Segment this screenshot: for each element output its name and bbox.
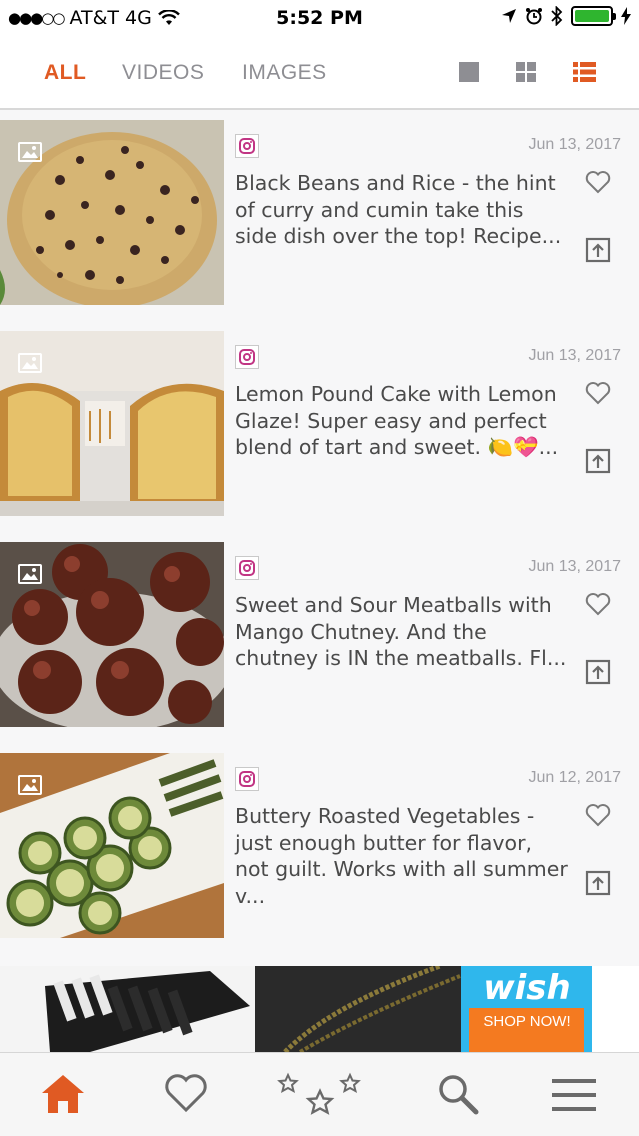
search-icon[interactable] (437, 1073, 479, 1115)
wish-logo: wish (483, 968, 571, 1008)
stars-icon[interactable] (276, 1071, 362, 1119)
instagram-icon (235, 556, 259, 580)
heart-icon[interactable] (164, 1073, 208, 1113)
favorite-heart-icon[interactable] (585, 381, 611, 405)
menu-icon[interactable] (552, 1079, 596, 1111)
location-arrow-icon (502, 9, 516, 23)
shop-now-button[interactable]: SHOP NOW! (482, 1012, 572, 1032)
share-icon[interactable] (585, 870, 611, 896)
share-icon[interactable] (585, 237, 611, 263)
instagram-icon (235, 345, 259, 369)
favorite-heart-icon[interactable] (585, 170, 611, 194)
list-view-icon[interactable] (573, 62, 596, 82)
ad-banner[interactable]: wish SHOP NOW! (0, 966, 639, 1052)
list-item[interactable]: Jun 13, 2017 Lemon Pound Cake with Lemon… (0, 323, 639, 518)
instagram-icon (235, 134, 259, 158)
favorite-heart-icon[interactable] (585, 592, 611, 616)
image-type-icon (18, 142, 42, 162)
post-date: Jun 12, 2017 (528, 769, 621, 786)
single-view-icon[interactable] (459, 62, 479, 82)
status-right (501, 6, 631, 26)
instagram-icon (235, 767, 259, 791)
post-date: Jun 13, 2017 (528, 347, 621, 364)
tab-all[interactable]: ALL (44, 61, 86, 85)
battery-icon (571, 6, 616, 26)
list-item[interactable]: Jun 13, 2017 Sweet and Sour Meatballs wi… (0, 534, 639, 729)
list-item[interactable]: Jun 12, 2017 Buttery Roasted Vegetables … (0, 745, 639, 940)
post-image[interactable] (0, 120, 224, 305)
status-bar: ●●●○○ AT&T 4G 5:52 PM (0, 0, 639, 38)
post-caption[interactable]: Buttery Roasted Vegetables - just enough… (235, 803, 570, 909)
favorite-heart-icon[interactable] (585, 803, 611, 827)
alarm-icon (526, 8, 542, 25)
post-caption[interactable]: Lemon Pound Cake with Lemon Glaze! Super… (235, 381, 570, 461)
post-date: Jun 13, 2017 (528, 558, 621, 575)
image-type-icon (18, 564, 42, 584)
image-type-icon (18, 353, 42, 373)
bottom-tab-bar (0, 1052, 639, 1136)
list-item[interactable]: Jun 13, 2017 Black Beans and Rice - the … (0, 112, 639, 307)
post-date: Jun 13, 2017 (528, 136, 621, 153)
tab-images[interactable]: IMAGES (242, 61, 327, 85)
post-caption[interactable]: Black Beans and Rice - the hint of curry… (235, 170, 570, 250)
grid-view-icon[interactable] (516, 62, 536, 82)
post-image[interactable] (0, 542, 224, 727)
post-caption[interactable]: Sweet and Sour Meatballs with Mango Chut… (235, 592, 570, 672)
share-icon[interactable] (585, 448, 611, 474)
post-image[interactable] (0, 331, 224, 516)
post-image[interactable] (0, 753, 224, 938)
bluetooth-icon (551, 6, 563, 26)
top-nav: ALL VIDEOS IMAGES (0, 38, 639, 110)
charging-icon (621, 7, 631, 25)
image-type-icon (18, 775, 42, 795)
home-icon[interactable] (40, 1073, 86, 1115)
tab-videos[interactable]: VIDEOS (122, 61, 204, 85)
share-icon[interactable] (585, 659, 611, 685)
